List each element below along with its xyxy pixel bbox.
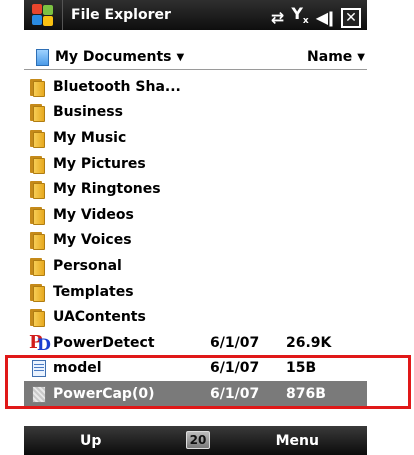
item-name: My Music xyxy=(53,129,127,146)
folder-icon xyxy=(29,77,51,97)
folder-icon xyxy=(29,128,51,148)
menu-softkey[interactable]: Menu xyxy=(276,433,319,449)
item-date: 6/1/07 xyxy=(210,334,260,351)
folder-icon xyxy=(29,256,51,276)
item-size: 26.9K xyxy=(286,334,332,351)
keyboard-input-icon[interactable]: 20 xyxy=(186,431,210,449)
folder-icon xyxy=(29,179,51,200)
up-softkey[interactable]: Up xyxy=(80,433,101,449)
device-screen: File Explorer ⇄ Yx ◀ǀ ✕ My Documents ▼ N… xyxy=(24,0,367,455)
list-item[interactable]: UAContents xyxy=(24,304,367,330)
text-file-icon xyxy=(29,358,51,378)
list-item[interactable]: PD PowerDetect 6/1/07 26.9K xyxy=(24,330,367,356)
item-name: Personal xyxy=(53,257,122,274)
item-date: 6/1/07 xyxy=(210,360,260,377)
item-name: My Videos xyxy=(53,206,134,223)
folder-dropdown-label: My Documents xyxy=(55,49,172,65)
connectivity-icon[interactable]: ⇄ xyxy=(271,8,284,28)
list-item[interactable]: My Ringtones xyxy=(24,176,367,202)
folder-icon xyxy=(29,102,51,123)
close-button[interactable]: ✕ xyxy=(341,7,361,28)
item-name: PowerDetect xyxy=(53,334,155,351)
item-name: My Pictures xyxy=(53,155,146,172)
item-name: model xyxy=(53,360,102,377)
item-name: My Voices xyxy=(53,232,132,249)
sort-dropdown-label: Name xyxy=(307,49,353,65)
list-item[interactable]: My Music xyxy=(24,125,367,151)
windows-flag-icon xyxy=(32,4,54,26)
list-item-selected[interactable]: PowerCap(0) 6/1/07 876B xyxy=(24,381,367,407)
folder-icon xyxy=(29,282,51,302)
softkey-bar: Up 20 Menu xyxy=(24,426,367,455)
title-bar: File Explorer ⇄ Yx ◀ǀ ✕ xyxy=(24,0,367,30)
item-name: PowerCap(0) xyxy=(53,385,155,402)
list-item[interactable]: Business xyxy=(24,100,367,126)
volume-icon[interactable]: ◀ǀ xyxy=(316,8,334,28)
chevron-down-icon: ▼ xyxy=(176,51,185,63)
list-item[interactable]: Templates xyxy=(24,279,367,305)
folder-icon xyxy=(29,154,51,174)
chevron-down-icon: ▼ xyxy=(357,51,365,63)
folder-icon xyxy=(29,205,51,225)
signal-icon[interactable]: Yx xyxy=(291,4,308,31)
start-button[interactable] xyxy=(24,0,63,30)
status-icons: ⇄ Yx ◀ǀ ✕ xyxy=(271,4,361,31)
capture-file-icon xyxy=(29,384,51,404)
list-header: My Documents ▼ Name ▼ xyxy=(24,45,367,70)
app-title: File Explorer xyxy=(71,7,171,23)
item-name: UAContents xyxy=(53,309,146,326)
item-name: Business xyxy=(53,104,123,121)
folder-icon xyxy=(29,307,51,328)
folder-icon xyxy=(29,230,51,251)
item-size: 15B xyxy=(286,360,317,377)
list-item[interactable]: model 6/1/07 15B xyxy=(24,356,367,382)
powerdetect-app-icon: PD xyxy=(29,331,51,354)
list-item[interactable]: My Voices xyxy=(24,228,367,254)
item-size: 876B xyxy=(286,385,326,402)
list-item[interactable]: Bluetooth Sha... xyxy=(24,74,367,100)
item-name: Bluetooth Sha... xyxy=(53,78,181,95)
folder-dropdown[interactable]: My Documents ▼ xyxy=(36,48,185,66)
item-name: Templates xyxy=(53,283,134,300)
item-name: My Ringtones xyxy=(53,181,161,198)
list-item[interactable]: Personal xyxy=(24,253,367,279)
document-folder-icon xyxy=(36,48,49,66)
list-item[interactable]: My Pictures xyxy=(24,151,367,177)
file-list: Bluetooth Sha... Business My Music My Pi… xyxy=(24,74,367,407)
item-date: 6/1/07 xyxy=(210,385,260,402)
list-item[interactable]: My Videos xyxy=(24,202,367,228)
sort-dropdown[interactable]: Name ▼ xyxy=(307,49,365,65)
